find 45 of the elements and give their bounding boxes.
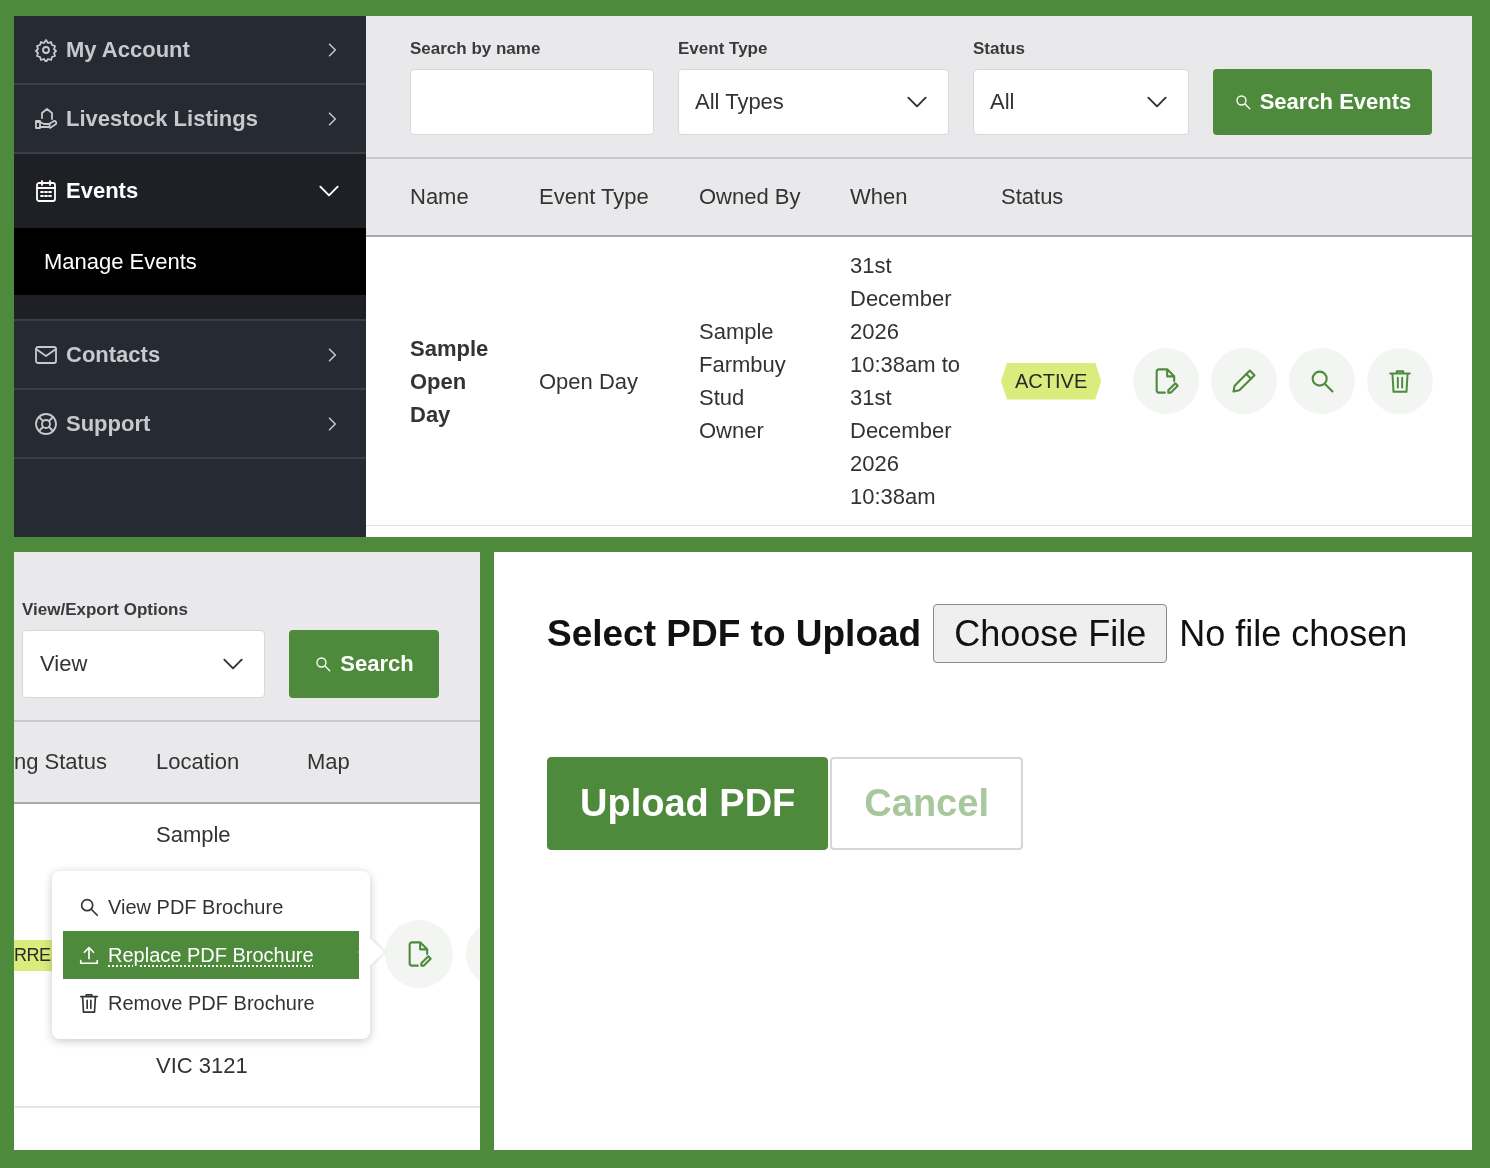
pencil-icon (1230, 367, 1258, 395)
event-name: Sample Open Day (410, 334, 490, 429)
column-header: When (850, 184, 909, 210)
column-header: Event Type (539, 184, 650, 210)
search-icon (314, 655, 333, 673)
upload-icon (78, 944, 100, 966)
select-field[interactable]: All (973, 69, 1189, 135)
menu-item[interactable]: Remove PDF Brochure (63, 979, 359, 1027)
column-header: Status (1001, 184, 1065, 210)
upload-label: Select PDF to Upload (547, 612, 922, 655)
select-field[interactable]: View (22, 630, 265, 698)
field-label: Event Type (678, 39, 769, 59)
file-status: No file chosen (1179, 612, 1408, 655)
status-badge: ACTIVE (1001, 362, 1102, 400)
trash-icon (1387, 368, 1413, 394)
lifebuoy-icon (34, 411, 58, 436)
field-label: Status (973, 39, 1026, 59)
search-events-button[interactable]: Search Events (1213, 69, 1432, 135)
calendar-icon (34, 179, 58, 203)
search-field[interactable] (410, 69, 654, 135)
gear-icon (34, 37, 58, 62)
column-header: Owned By (699, 184, 802, 210)
table-cell-text: Sample Farmbuy Stud Owner (699, 318, 787, 445)
location-line: VIC 3121 (156, 1052, 249, 1080)
menu-item[interactable]: View PDF Brochure (63, 883, 359, 931)
field-label: Search by name (410, 39, 542, 59)
search-icon (78, 896, 100, 918)
column-header: ng Status (14, 749, 108, 775)
sidebar-item[interactable]: Events (14, 154, 366, 228)
upload-button[interactable]: Upload PDF (547, 757, 829, 850)
column-header: Location (156, 749, 241, 775)
choose-file-button[interactable]: Choose File (933, 604, 1168, 663)
hand-house-icon (34, 106, 58, 131)
location-line: Sample (156, 821, 232, 849)
search-button[interactable]: Search (289, 630, 439, 698)
column-header: Map (307, 749, 351, 775)
table-cell-text: Open Day (539, 367, 640, 396)
table-cell-text: 31st December 2026 10:38am to 31st December 2026 10:38am (850, 252, 962, 511)
search-icon (1233, 93, 1252, 111)
trash-icon (78, 992, 100, 1014)
column-header: Name (410, 184, 470, 210)
select-field[interactable]: All Types (678, 69, 949, 135)
field-label: View/Export Options (22, 600, 189, 620)
menu-item[interactable]: Replace PDF Brochure (63, 931, 359, 979)
submenu-item[interactable]: Manage Events (14, 228, 366, 295)
